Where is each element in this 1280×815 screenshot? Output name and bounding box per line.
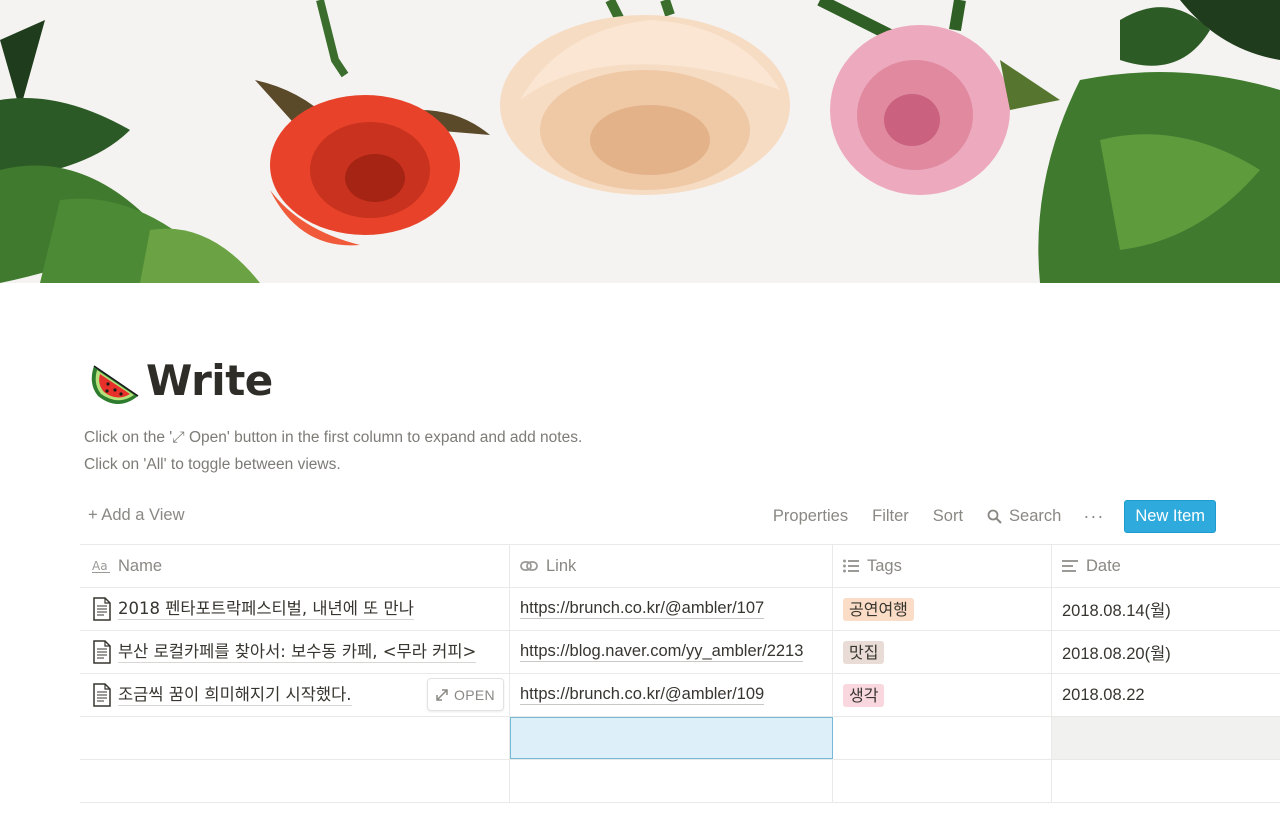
page-header: Write (88, 350, 273, 410)
table-row[interactable]: 2018 펜타포트락페스티벌, 내년에 또 만나 https://brunch.… (80, 588, 1280, 631)
description-line-2: Click on 'All' to toggle between views. (84, 456, 341, 473)
search-icon (987, 509, 1002, 524)
name-cell[interactable] (80, 717, 510, 759)
tags-cell[interactable]: 공연여행 (833, 588, 1052, 630)
row-title[interactable]: 부산 로컬카페를 찾아서: 보수동 카페, <무라 커피> (118, 642, 477, 663)
multi-select-property-icon (843, 559, 859, 573)
date-cell[interactable] (1052, 717, 1280, 759)
link-cell[interactable]: https://brunch.co.kr/@ambler/107 (510, 588, 833, 630)
add-view-button[interactable]: + Add a View (88, 506, 184, 525)
open-button[interactable]: OPEN (427, 678, 504, 711)
text-property-icon: Aa (92, 559, 110, 573)
row-link[interactable]: https://blog.naver.com/yy_ambler/2213 (520, 642, 804, 662)
name-cell[interactable] (80, 760, 510, 802)
name-cell[interactable]: 조금씩 꿈이 희미해지기 시작했다. OPEN (80, 674, 510, 716)
tags-cell[interactable]: 맛집 (833, 631, 1052, 673)
column-header-name-label: Name (118, 556, 163, 575)
date-cell[interactable]: 2018.08.22 (1052, 674, 1280, 716)
page-icon (93, 640, 111, 664)
toolbar-actions: Properties Filter Sort Search ··· New It… (749, 499, 1216, 533)
column-header-tags[interactable]: Tags (833, 545, 1052, 587)
column-header-date[interactable]: Date (1052, 545, 1280, 587)
page-description: Click on the '⤢ Open' button in the firs… (84, 424, 582, 478)
column-header-name[interactable]: Aa Name (80, 545, 510, 587)
search-button[interactable]: Search (987, 507, 1061, 526)
tags-cell[interactable]: 생각 (833, 674, 1052, 716)
tags-cell[interactable] (833, 760, 1052, 802)
column-header-link[interactable]: Link (510, 545, 833, 587)
table-row[interactable]: 조금씩 꿈이 희미해지기 시작했다. OPEN https://brunch.c… (80, 674, 1280, 717)
properties-button[interactable]: Properties (773, 507, 848, 526)
more-options-icon[interactable]: ··· (1083, 506, 1104, 527)
page-title[interactable]: Write (146, 356, 273, 405)
page-icon (93, 597, 111, 621)
page-cover (0, 0, 1280, 283)
row-link[interactable]: https://brunch.co.kr/@ambler/109 (520, 685, 765, 705)
name-cell[interactable]: 2018 펜타포트락페스티벌, 내년에 또 만나 (80, 588, 510, 630)
row-link[interactable]: https://brunch.co.kr/@ambler/107 (520, 599, 765, 619)
link-cell-selected[interactable] (510, 717, 833, 759)
date-property-icon (1062, 560, 1078, 572)
table-row[interactable]: 부산 로컬카페를 찾아서: 보수동 카페, <무라 커피> https://bl… (80, 631, 1280, 674)
column-header-link-label: Link (546, 556, 577, 575)
date-cell[interactable]: 2018.08.20(월) (1052, 631, 1280, 673)
database-table: Aa Name Link Tags Date 2018 펜타포트락페스티벌, 내… (80, 544, 1280, 803)
new-item-button[interactable]: New Item (1124, 499, 1216, 533)
row-title[interactable]: 조금씩 꿈이 희미해지기 시작했다. (118, 685, 352, 706)
table-row-empty[interactable] (80, 760, 1280, 803)
date-cell[interactable]: 2018.08.14(월) (1052, 588, 1280, 630)
svg-text:Aa: Aa (92, 559, 108, 573)
row-title[interactable]: 2018 펜타포트락페스티벌, 내년에 또 만나 (118, 599, 414, 620)
table-row-empty[interactable] (80, 717, 1280, 760)
table-header-row: Aa Name Link Tags Date (80, 544, 1280, 588)
search-label: Search (1009, 506, 1062, 525)
tag-badge: 생각 (843, 683, 885, 707)
tags-cell[interactable] (833, 717, 1052, 759)
database-toolbar: + Add a View Properties Filter Sort Sear… (80, 497, 1280, 535)
sort-button[interactable]: Sort (933, 507, 963, 526)
tag-badge: 맛집 (843, 640, 885, 664)
watermelon-icon[interactable] (88, 352, 144, 408)
column-header-tags-label: Tags (867, 556, 902, 575)
link-cell[interactable]: https://blog.naver.com/yy_ambler/2213 (510, 631, 833, 673)
link-cell[interactable] (510, 760, 833, 802)
description-line-1: Click on the '⤢ Open' button in the firs… (84, 429, 583, 446)
tag-badge: 공연여행 (843, 597, 914, 621)
link-cell[interactable]: https://brunch.co.kr/@ambler/109 (510, 674, 833, 716)
expand-icon (436, 688, 448, 701)
name-cell[interactable]: 부산 로컬카페를 찾아서: 보수동 카페, <무라 커피> (80, 631, 510, 673)
page-icon (93, 683, 111, 707)
filter-button[interactable]: Filter (872, 507, 909, 526)
open-button-label: OPEN (454, 686, 495, 703)
date-cell[interactable] (1052, 760, 1280, 802)
link-property-icon (520, 561, 538, 571)
column-header-date-label: Date (1086, 556, 1121, 575)
